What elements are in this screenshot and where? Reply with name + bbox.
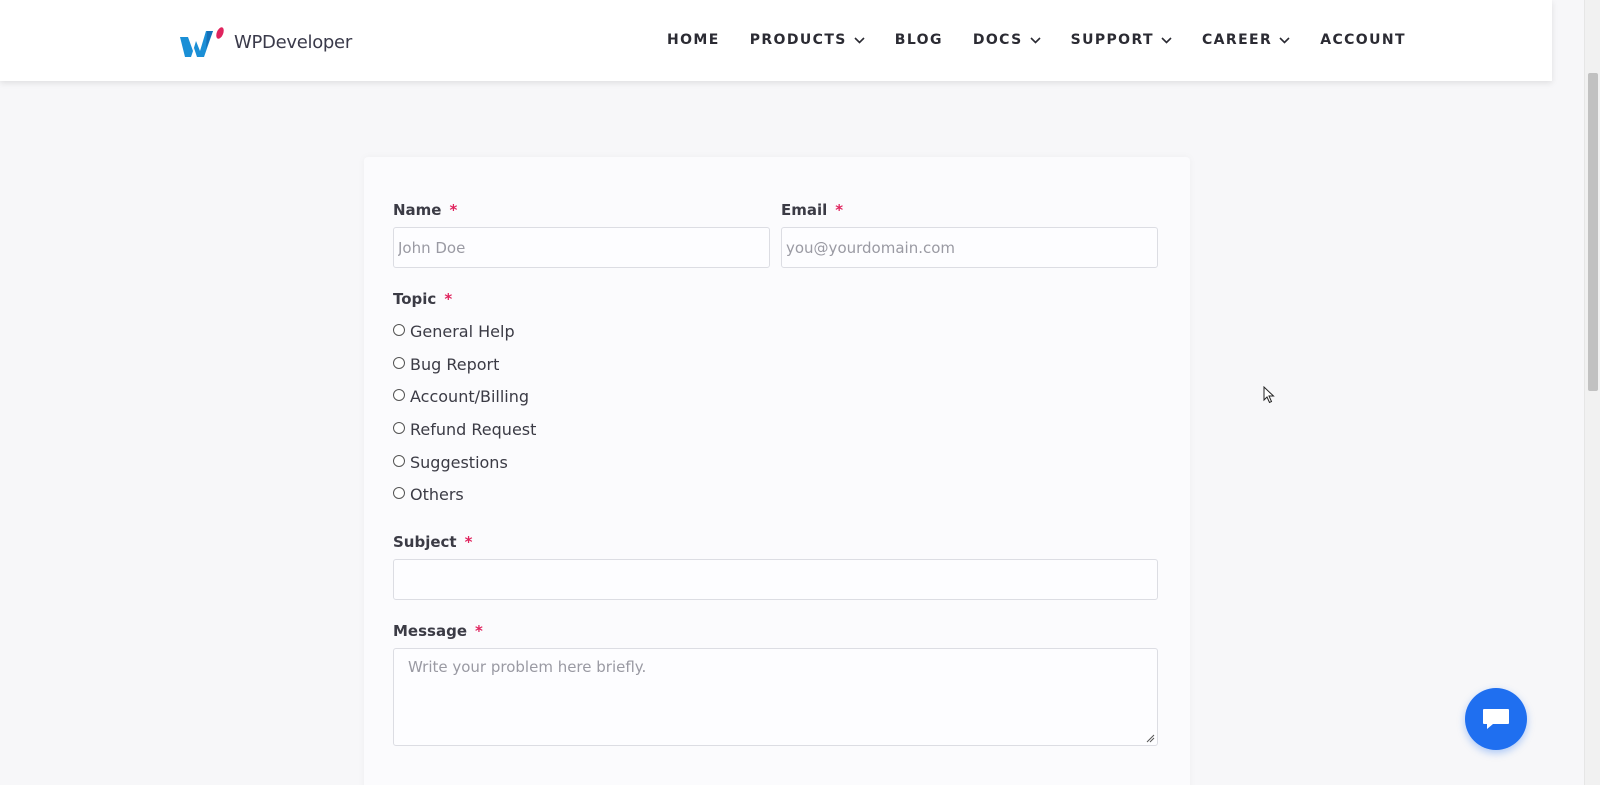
nav-support-label: SUPPORT	[1070, 32, 1154, 48]
topic-option-label: Others	[410, 485, 464, 504]
nav-blog-label: BLOG	[894, 32, 943, 48]
wpdeveloper-logo-icon	[180, 27, 224, 57]
topic-option-label: Suggestions	[410, 453, 508, 472]
subject-label-text: Subject	[393, 533, 457, 551]
nav-blog[interactable]: BLOG	[895, 32, 943, 48]
topic-option-label: General Help	[410, 322, 515, 341]
chat-bubble-icon	[1483, 709, 1509, 729]
topic-option-others[interactable]: Others	[393, 485, 464, 504]
email-label: Email *	[781, 201, 843, 219]
topic-label: Topic *	[393, 290, 452, 308]
nav-home-label: HOME	[667, 32, 720, 48]
radio-button[interactable]	[393, 323, 405, 336]
nav-products[interactable]: PRODUCTS	[750, 32, 865, 48]
radio-button[interactable]	[393, 486, 405, 499]
required-mark: *	[475, 622, 483, 640]
name-input[interactable]	[393, 227, 770, 268]
topic-option-bug-report[interactable]: Bug Report	[393, 355, 499, 374]
chevron-down-icon	[1279, 36, 1290, 44]
required-mark: *	[835, 201, 844, 219]
topic-option-general-help[interactable]: General Help	[393, 322, 515, 341]
nav-home[interactable]: HOME	[667, 32, 720, 48]
required-mark: *	[449, 201, 458, 219]
logo-text: WPDeveloper	[234, 31, 352, 53]
radio-button[interactable]	[393, 421, 405, 434]
required-mark: *	[464, 533, 473, 551]
nav-docs[interactable]: DOCS	[973, 32, 1041, 48]
main-nav: HOME PRODUCTS BLOG DOCS SUPPORT CAREER A…	[667, 32, 1406, 48]
topic-option-label: Refund Request	[410, 420, 537, 439]
chevron-down-icon	[1161, 36, 1172, 44]
topic-option-suggestions[interactable]: Suggestions	[393, 453, 508, 472]
email-input[interactable]	[781, 227, 1158, 268]
required-mark: *	[444, 290, 453, 308]
topic-option-refund-request[interactable]: Refund Request	[393, 420, 536, 439]
page-scrollbar[interactable]	[1584, 0, 1600, 785]
nav-products-label: PRODUCTS	[749, 32, 847, 48]
resize-handle-icon[interactable]	[1146, 734, 1155, 743]
subject-label: Subject *	[393, 533, 472, 551]
site-header: WPDeveloper HOME PRODUCTS BLOG DOCS SUPP…	[0, 0, 1552, 81]
topic-option-label: Bug Report	[410, 355, 500, 374]
nav-career[interactable]: CAREER	[1202, 32, 1290, 48]
site-logo[interactable]: WPDeveloper	[180, 27, 352, 57]
radio-button[interactable]	[393, 356, 405, 369]
topic-label-text: Topic	[393, 290, 437, 308]
topic-option-account-billing[interactable]: Account/Billing	[393, 387, 529, 406]
live-chat-button[interactable]	[1465, 688, 1527, 750]
radio-button[interactable]	[393, 454, 405, 467]
nav-account-label: ACCOUNT	[1320, 32, 1406, 48]
scrollbar-thumb[interactable]	[1588, 73, 1598, 391]
subject-input[interactable]	[393, 559, 1158, 600]
message-label: Message *	[393, 622, 483, 640]
mouse-pointer-icon	[1263, 386, 1275, 404]
nav-account[interactable]: ACCOUNT	[1320, 32, 1406, 48]
chevron-down-icon	[1030, 36, 1041, 44]
name-label-text: Name	[393, 201, 442, 219]
email-label-text: Email	[781, 201, 828, 219]
topic-option-label: Account/Billing	[410, 387, 530, 406]
nav-support[interactable]: SUPPORT	[1071, 32, 1172, 48]
radio-button[interactable]	[393, 388, 405, 401]
chevron-down-icon	[854, 36, 865, 44]
nav-docs-label: DOCS	[972, 32, 1023, 48]
name-label: Name *	[393, 201, 457, 219]
message-label-text: Message	[393, 622, 467, 640]
message-textarea[interactable]	[393, 648, 1158, 746]
nav-career-label: CAREER	[1202, 32, 1273, 48]
